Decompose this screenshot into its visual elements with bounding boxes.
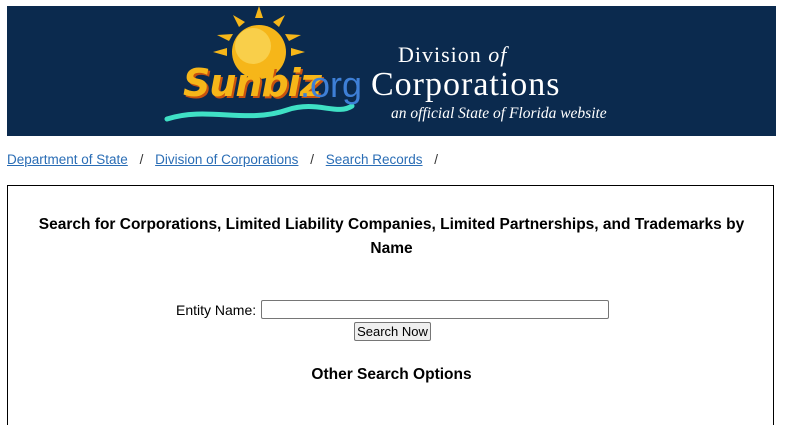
breadcrumb-separator: / [139, 152, 144, 167]
entity-name-input[interactable] [261, 300, 609, 319]
breadcrumb: Department of State / Division of Corpor… [7, 152, 446, 167]
of-word: of [488, 42, 508, 67]
corporations-heading: Corporations [371, 66, 561, 103]
site-tagline: an official State of Florida website [391, 105, 607, 122]
division-of-heading: Division of [398, 42, 507, 68]
entity-name-label: Entity Name: [176, 302, 257, 318]
breadcrumb-separator: / [310, 152, 314, 167]
breadcrumb-separator: / [434, 152, 439, 167]
breadcrumb-search-records[interactable]: Search Records [326, 152, 423, 167]
other-search-options-heading: Other Search Options [311, 366, 472, 383]
search-now-button[interactable]: Search Now [354, 322, 431, 341]
breadcrumb-department-of-state[interactable]: Department of State [7, 152, 128, 167]
header-banner: Sunbiz .org Division of Corporations an … [7, 6, 776, 136]
search-title: Search for Corporations, Limited Liabili… [38, 216, 745, 257]
division-word: Division [398, 42, 482, 67]
logo-tld: .org [300, 64, 363, 105]
search-panel: Search for Corporations, Limited Liabili… [7, 185, 774, 425]
breadcrumb-division-of-corporations[interactable]: Division of Corporations [155, 152, 298, 167]
